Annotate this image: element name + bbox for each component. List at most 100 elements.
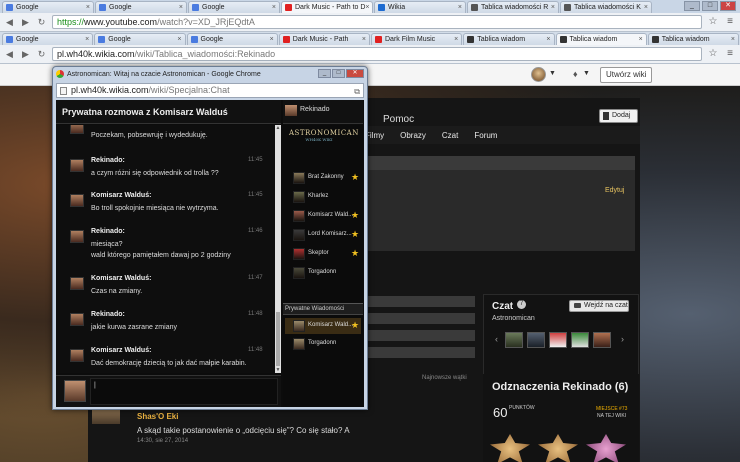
add-button[interactable]: Dodaj — [599, 109, 638, 123]
menu-icon[interactable]: ≡ — [724, 16, 736, 28]
star-icon[interactable]: ☆ — [707, 48, 719, 60]
chat-avatar[interactable] — [505, 332, 523, 348]
message-author[interactable]: Rekinado: — [91, 311, 125, 318]
browser-tab[interactable]: Google × — [94, 33, 186, 45]
minimize-button[interactable]: _ — [318, 69, 331, 78]
notifications-bell-icon[interactable]: ♦ — [573, 69, 578, 79]
close-tab-icon[interactable]: × — [177, 36, 181, 43]
message-author[interactable]: Komisarz Walduś: — [91, 275, 151, 282]
badge-icon[interactable] — [586, 434, 626, 462]
browser-tab[interactable]: Google × — [2, 1, 94, 13]
browser-tab[interactable]: Tablica wiadom × — [555, 33, 647, 45]
carousel-prev-icon[interactable]: ‹ — [495, 334, 498, 344]
close-tab-icon[interactable]: × — [546, 36, 550, 43]
maximize-button[interactable]: □ — [702, 1, 718, 11]
wiki-nav-item[interactable]: Obrazy — [400, 131, 426, 140]
close-tab-icon[interactable]: × — [644, 4, 648, 11]
browser-tab[interactable]: Tablica wiadom × — [647, 33, 739, 45]
help-link[interactable]: Pomoc — [383, 114, 414, 125]
chat-avatar[interactable] — [527, 332, 545, 348]
private-user-item[interactable]: Torgadonn — [285, 336, 361, 352]
close-window-button[interactable]: ✕ — [720, 1, 736, 11]
popup-address-bar[interactable]: pl.wh40k.wikia.com/wiki/Specjalna:Chat ⧉ — [56, 83, 364, 98]
user-list-item[interactable]: Torgadonn — [285, 265, 361, 281]
chat-avatar[interactable] — [571, 332, 589, 348]
avatar[interactable] — [70, 159, 84, 172]
scroll-up-icon[interactable]: ▲ — [275, 125, 281, 131]
message-author[interactable]: Rekinado: — [91, 228, 125, 235]
close-tab-icon[interactable]: × — [179, 4, 183, 11]
avatar[interactable] — [92, 409, 120, 424]
browser-tab[interactable]: Tablica wiadomości K × — [560, 1, 652, 13]
chevron-down-icon[interactable]: ▼ — [549, 70, 556, 77]
chevron-down-icon[interactable]: ▼ — [583, 70, 590, 77]
comment-date[interactable]: 14:30, sie 27, 2014 — [137, 438, 188, 444]
scroll-down-icon[interactable]: ▼ — [275, 367, 281, 373]
create-wiki-button[interactable]: Utwórz wiki — [600, 67, 653, 83]
reload-icon[interactable]: ↻ — [36, 49, 47, 60]
maximize-button[interactable]: □ — [332, 69, 345, 78]
browser-tab[interactable]: Google × — [186, 33, 278, 45]
user-list-item[interactable]: Kharlez — [285, 189, 361, 205]
edit-link[interactable]: Edytuj — [605, 187, 624, 194]
avatar[interactable] — [70, 125, 84, 134]
browser-tab[interactable]: Dark Music - Path × — [278, 33, 370, 45]
chat-avatar[interactable] — [549, 332, 567, 348]
avatar[interactable] — [70, 277, 84, 290]
message-author[interactable]: Komisarz Walduś: — [91, 125, 151, 126]
user-list-item[interactable]: Brat Zakonny ★ — [285, 170, 361, 186]
close-tab-icon[interactable]: × — [639, 36, 643, 43]
close-tab-icon[interactable]: × — [85, 36, 89, 43]
private-user-item[interactable]: Komisarz Wald... ★ — [285, 318, 361, 334]
close-tab-icon[interactable]: × — [731, 36, 735, 43]
message-author[interactable]: Komisarz Walduś: — [91, 192, 151, 199]
back-icon[interactable]: ◀ — [4, 17, 15, 28]
badge-icon[interactable] — [490, 434, 530, 462]
browser-tab[interactable]: Tablica wiadom × — [463, 33, 555, 45]
message-author[interactable]: Komisarz Walduś: — [91, 347, 151, 354]
carousel-next-icon[interactable]: › — [621, 334, 624, 344]
close-tab-icon[interactable]: × — [365, 4, 369, 11]
scroll-thumb[interactable] — [276, 312, 280, 366]
enter-chat-button[interactable]: Wejdź na czat — [569, 300, 629, 312]
forward-icon[interactable]: ▶ — [20, 17, 31, 28]
comment-author[interactable]: Shas'O Eki — [137, 412, 178, 421]
browser-tab[interactable]: Google × — [188, 1, 280, 13]
reload-icon[interactable]: ↻ — [36, 17, 47, 28]
message-scrollbar[interactable]: ▲ ▼ — [275, 125, 281, 373]
star-icon[interactable]: ☆ — [707, 16, 719, 28]
avatar[interactable] — [70, 313, 84, 326]
message-author[interactable]: Rekinado: — [91, 157, 125, 164]
browser-tab[interactable]: Wikia × — [374, 1, 466, 13]
user-avatar[interactable] — [531, 67, 546, 82]
close-tab-icon[interactable]: × — [362, 36, 366, 43]
close-window-button[interactable]: ✕ — [346, 69, 364, 78]
avatar[interactable] — [70, 230, 84, 243]
close-tab-icon[interactable]: × — [458, 4, 462, 11]
message-input[interactable]: | — [90, 378, 278, 405]
menu-icon[interactable]: ≡ — [724, 48, 736, 60]
browser-tab[interactable]: Google × — [95, 1, 187, 13]
close-tab-icon[interactable]: × — [270, 36, 274, 43]
browser-tab[interactable]: Google × — [2, 33, 94, 45]
address-bar-wiki[interactable]: pl.wh40k.wikia.com/wiki/Tablica_wiadomoś… — [52, 47, 702, 61]
chat-avatar[interactable] — [593, 332, 611, 348]
avatar[interactable] — [70, 194, 84, 207]
minimize-button[interactable]: _ — [684, 1, 700, 11]
browser-tab[interactable]: Dark Film Music × — [371, 33, 463, 45]
browser-tab[interactable]: Dark Music - Path to D × — [281, 1, 373, 13]
avatar[interactable] — [285, 105, 297, 116]
message-list[interactable]: Komisarz Walduś: Poczekam, pobsewruję i w… — [56, 125, 281, 373]
forward-icon[interactable]: ▶ — [20, 49, 31, 60]
page-options-icon[interactable]: ⧉ — [354, 85, 360, 98]
back-icon[interactable]: ◀ — [4, 49, 15, 60]
close-tab-icon[interactable]: × — [86, 4, 90, 11]
self-username[interactable]: Rekinado — [300, 106, 330, 113]
close-tab-icon[interactable]: × — [454, 36, 458, 43]
avatar[interactable] — [70, 349, 84, 362]
user-list-item[interactable]: Komisarz Wald... ★ — [285, 208, 361, 224]
close-tab-icon[interactable]: × — [272, 4, 276, 11]
close-tab-icon[interactable]: × — [551, 4, 555, 11]
browser-tab[interactable]: Tablica wiadomości R × — [467, 1, 559, 13]
user-list-item[interactable]: Skeptor ★ — [285, 246, 361, 262]
